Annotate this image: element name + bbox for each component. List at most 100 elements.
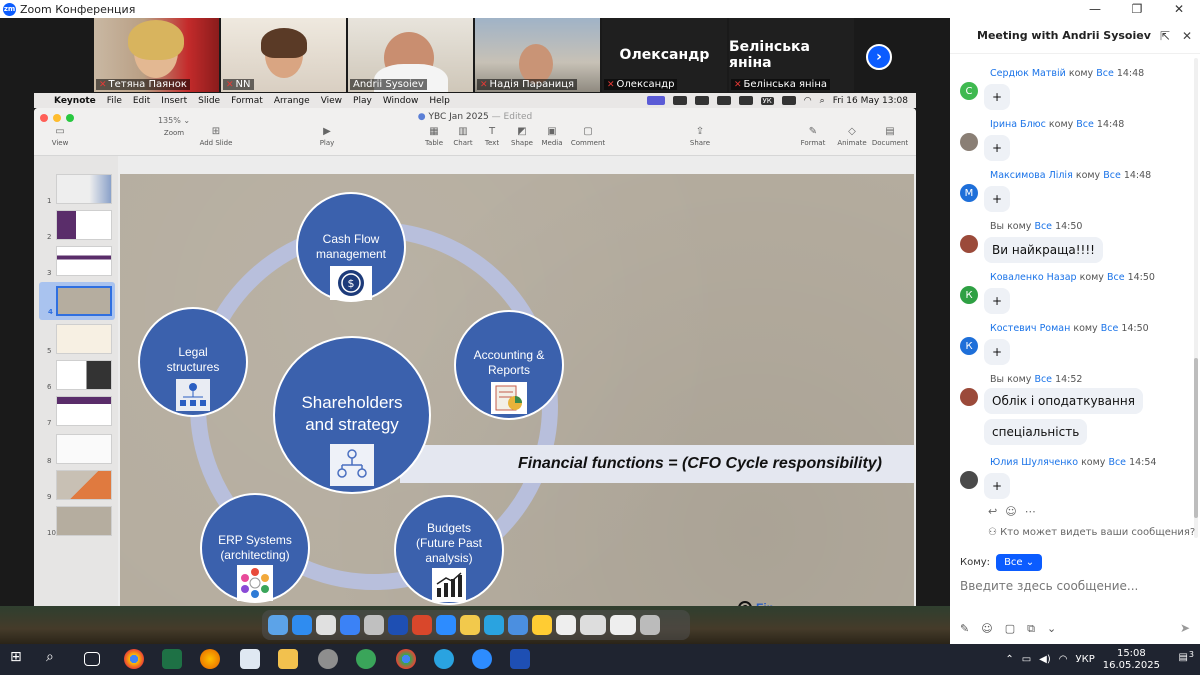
app-store-icon[interactable] — [292, 615, 312, 635]
chat-scrollbar[interactable] — [1194, 58, 1198, 538]
chrome-icon[interactable] — [124, 649, 144, 669]
message-bubble[interactable]: + — [984, 339, 1011, 365]
firefox-icon[interactable] — [200, 649, 220, 669]
menu-edit[interactable]: Edit — [133, 96, 150, 106]
zoom-icon[interactable] — [472, 649, 492, 669]
message-bubble[interactable]: + — [984, 288, 1011, 314]
menu-help[interactable]: Help — [429, 96, 450, 106]
search-icon[interactable]: ⌕ — [46, 649, 66, 669]
windows-start-icon[interactable]: ⊞ — [10, 649, 30, 669]
node-erp[interactable]: ERP Systems (architecting) — [200, 493, 310, 603]
trash-icon[interactable] — [640, 615, 660, 635]
status-icon[interactable] — [672, 96, 687, 105]
menu-arrange[interactable]: Arrange — [274, 96, 310, 106]
keyboard-layout[interactable]: УК — [760, 96, 774, 105]
battery-icon[interactable]: ▭ — [1022, 654, 1031, 665]
taskbar-clock[interactable]: 15:08 16.05.2025 — [1103, 648, 1160, 672]
chat-message-input[interactable] — [960, 576, 1190, 596]
file-icon[interactable]: ▢ — [1005, 622, 1015, 636]
menu-file[interactable]: File — [107, 96, 122, 106]
message-bubble[interactable]: + — [984, 186, 1011, 212]
finder-icon[interactable] — [268, 615, 288, 635]
keynote-icon[interactable] — [508, 615, 528, 635]
video-tile-off[interactable]: Олександр ✕ Олександр — [602, 18, 727, 92]
slide-thumbnail[interactable]: 7 — [47, 396, 112, 427]
format-tool[interactable]: ✎ Format — [791, 126, 835, 147]
slide-thumbnail[interactable]: 10 — [47, 506, 112, 537]
volume-icon[interactable]: ◀) — [1039, 654, 1051, 665]
menu-format[interactable]: Format — [231, 96, 263, 106]
video-tile[interactable]: ✕ Тетяна Паянок — [94, 18, 219, 92]
message-bubble[interactable]: + — [984, 84, 1011, 110]
maximize-button[interactable]: ❐ — [1116, 0, 1158, 18]
close-icon[interactable]: ✕ — [1182, 29, 1192, 43]
menubar-datetime[interactable]: Fri 16 May 13:08 — [833, 96, 908, 106]
node-cash-flow[interactable]: Cash Flow management $ — [296, 192, 406, 302]
slide-thumbnail[interactable]: 1 — [47, 174, 112, 205]
excel-icon[interactable] — [162, 649, 182, 669]
share-tool[interactable]: ⇪ Share — [678, 126, 722, 147]
chevron-down-icon[interactable]: ⌄ — [1047, 622, 1056, 636]
utorrent-icon[interactable] — [356, 649, 376, 669]
play-tool[interactable]: ▶ Play — [305, 126, 349, 147]
word-icon[interactable] — [388, 615, 408, 635]
task-view-icon[interactable] — [84, 652, 100, 666]
menu-view[interactable]: View — [321, 96, 342, 106]
menu-play[interactable]: Play — [353, 96, 372, 106]
slide-thumbnail[interactable]: 9 — [47, 470, 112, 501]
document-icon[interactable] — [556, 615, 576, 635]
more-options-icon[interactable]: ⋯ — [1136, 29, 1148, 43]
slide-thumbnail[interactable]: 6 — [47, 360, 112, 391]
node-budgets[interactable]: Budgets (Future Past analysis) — [394, 495, 504, 605]
telegram-icon[interactable] — [434, 649, 454, 669]
slide-thumbnail[interactable]: 3 — [47, 246, 112, 277]
node-center-shareholders[interactable]: Shareholders and strategy — [273, 336, 431, 494]
network-icon[interactable]: ◠ — [1059, 654, 1068, 665]
word-icon[interactable] — [510, 649, 530, 669]
screen-share-icon[interactable] — [646, 96, 665, 105]
slide-thumbnail[interactable]: 8 — [47, 434, 112, 465]
notes-icon[interactable] — [532, 615, 552, 635]
slide-thumbnail[interactable]: 2 — [47, 210, 112, 241]
search-icon[interactable]: ⌕ — [820, 96, 825, 106]
menu-slide[interactable]: Slide — [198, 96, 220, 106]
slide-canvas[interactable]: Financial functions = (CFO Cycle respons… — [120, 174, 914, 621]
emoji-reaction-icon[interactable]: ☺ — [1005, 505, 1016, 518]
video-tile-off[interactable]: Белінська яніна ✕ Белінська яніна — [729, 18, 854, 92]
menu-insert[interactable]: Insert — [161, 96, 187, 106]
emoji-icon[interactable]: ☺ — [981, 622, 992, 636]
settings-icon[interactable] — [364, 615, 384, 635]
launchpad-icon[interactable] — [316, 615, 336, 635]
zoom-icon[interactable] — [436, 615, 456, 635]
chevron-up-icon[interactable]: ⌃ — [1005, 654, 1013, 665]
notification-icon[interactable]: ▤ — [1179, 652, 1188, 663]
message-bubble[interactable]: + — [984, 473, 1011, 499]
add-slide-tool[interactable]: ⊞ Add Slide — [194, 126, 238, 147]
close-button[interactable]: ✕ — [1158, 0, 1200, 18]
message-bubble[interactable]: + — [984, 135, 1011, 161]
reply-icon[interactable]: ↩ — [988, 505, 997, 518]
status-icon[interactable] — [738, 96, 753, 105]
safari-icon[interactable] — [340, 615, 360, 635]
who-can-see-link[interactable]: ⚇ Кто может видеть ваши сообщения? — [988, 527, 1195, 538]
slide-thumbnail-selected[interactable]: 4 — [48, 286, 112, 316]
minimize-button[interactable]: — — [1074, 0, 1116, 18]
send-icon[interactable]: ➤ — [1180, 621, 1190, 635]
slide-thumbnail[interactable]: 5 — [47, 324, 112, 355]
chrome-profile-icon[interactable] — [396, 649, 416, 669]
node-accounting[interactable]: Accounting & Reports — [454, 310, 564, 420]
video-tile[interactable]: ✕ Надія Параниця — [475, 18, 600, 92]
message-bubble[interactable]: Ви найкраща!!!! — [984, 237, 1103, 263]
message-bubble[interactable]: Облік і оподаткування — [984, 388, 1143, 414]
format-text-icon[interactable]: ✎ — [960, 622, 969, 636]
chrome-icon[interactable] — [460, 615, 480, 635]
zoom-tool[interactable]: 135% ⌄ Zoom — [152, 116, 196, 137]
menu-window[interactable]: Window — [383, 96, 419, 106]
next-participants-button[interactable]: › — [866, 44, 892, 70]
wifi-icon[interactable]: ◠ — [804, 96, 812, 106]
document-tool[interactable]: ▤ Document — [868, 126, 912, 147]
node-legal[interactable]: Legal structures — [138, 307, 248, 417]
app-icon[interactable] — [318, 649, 338, 669]
video-tile[interactable]: ✕ NN — [221, 18, 346, 92]
notepad-icon[interactable] — [240, 649, 260, 669]
